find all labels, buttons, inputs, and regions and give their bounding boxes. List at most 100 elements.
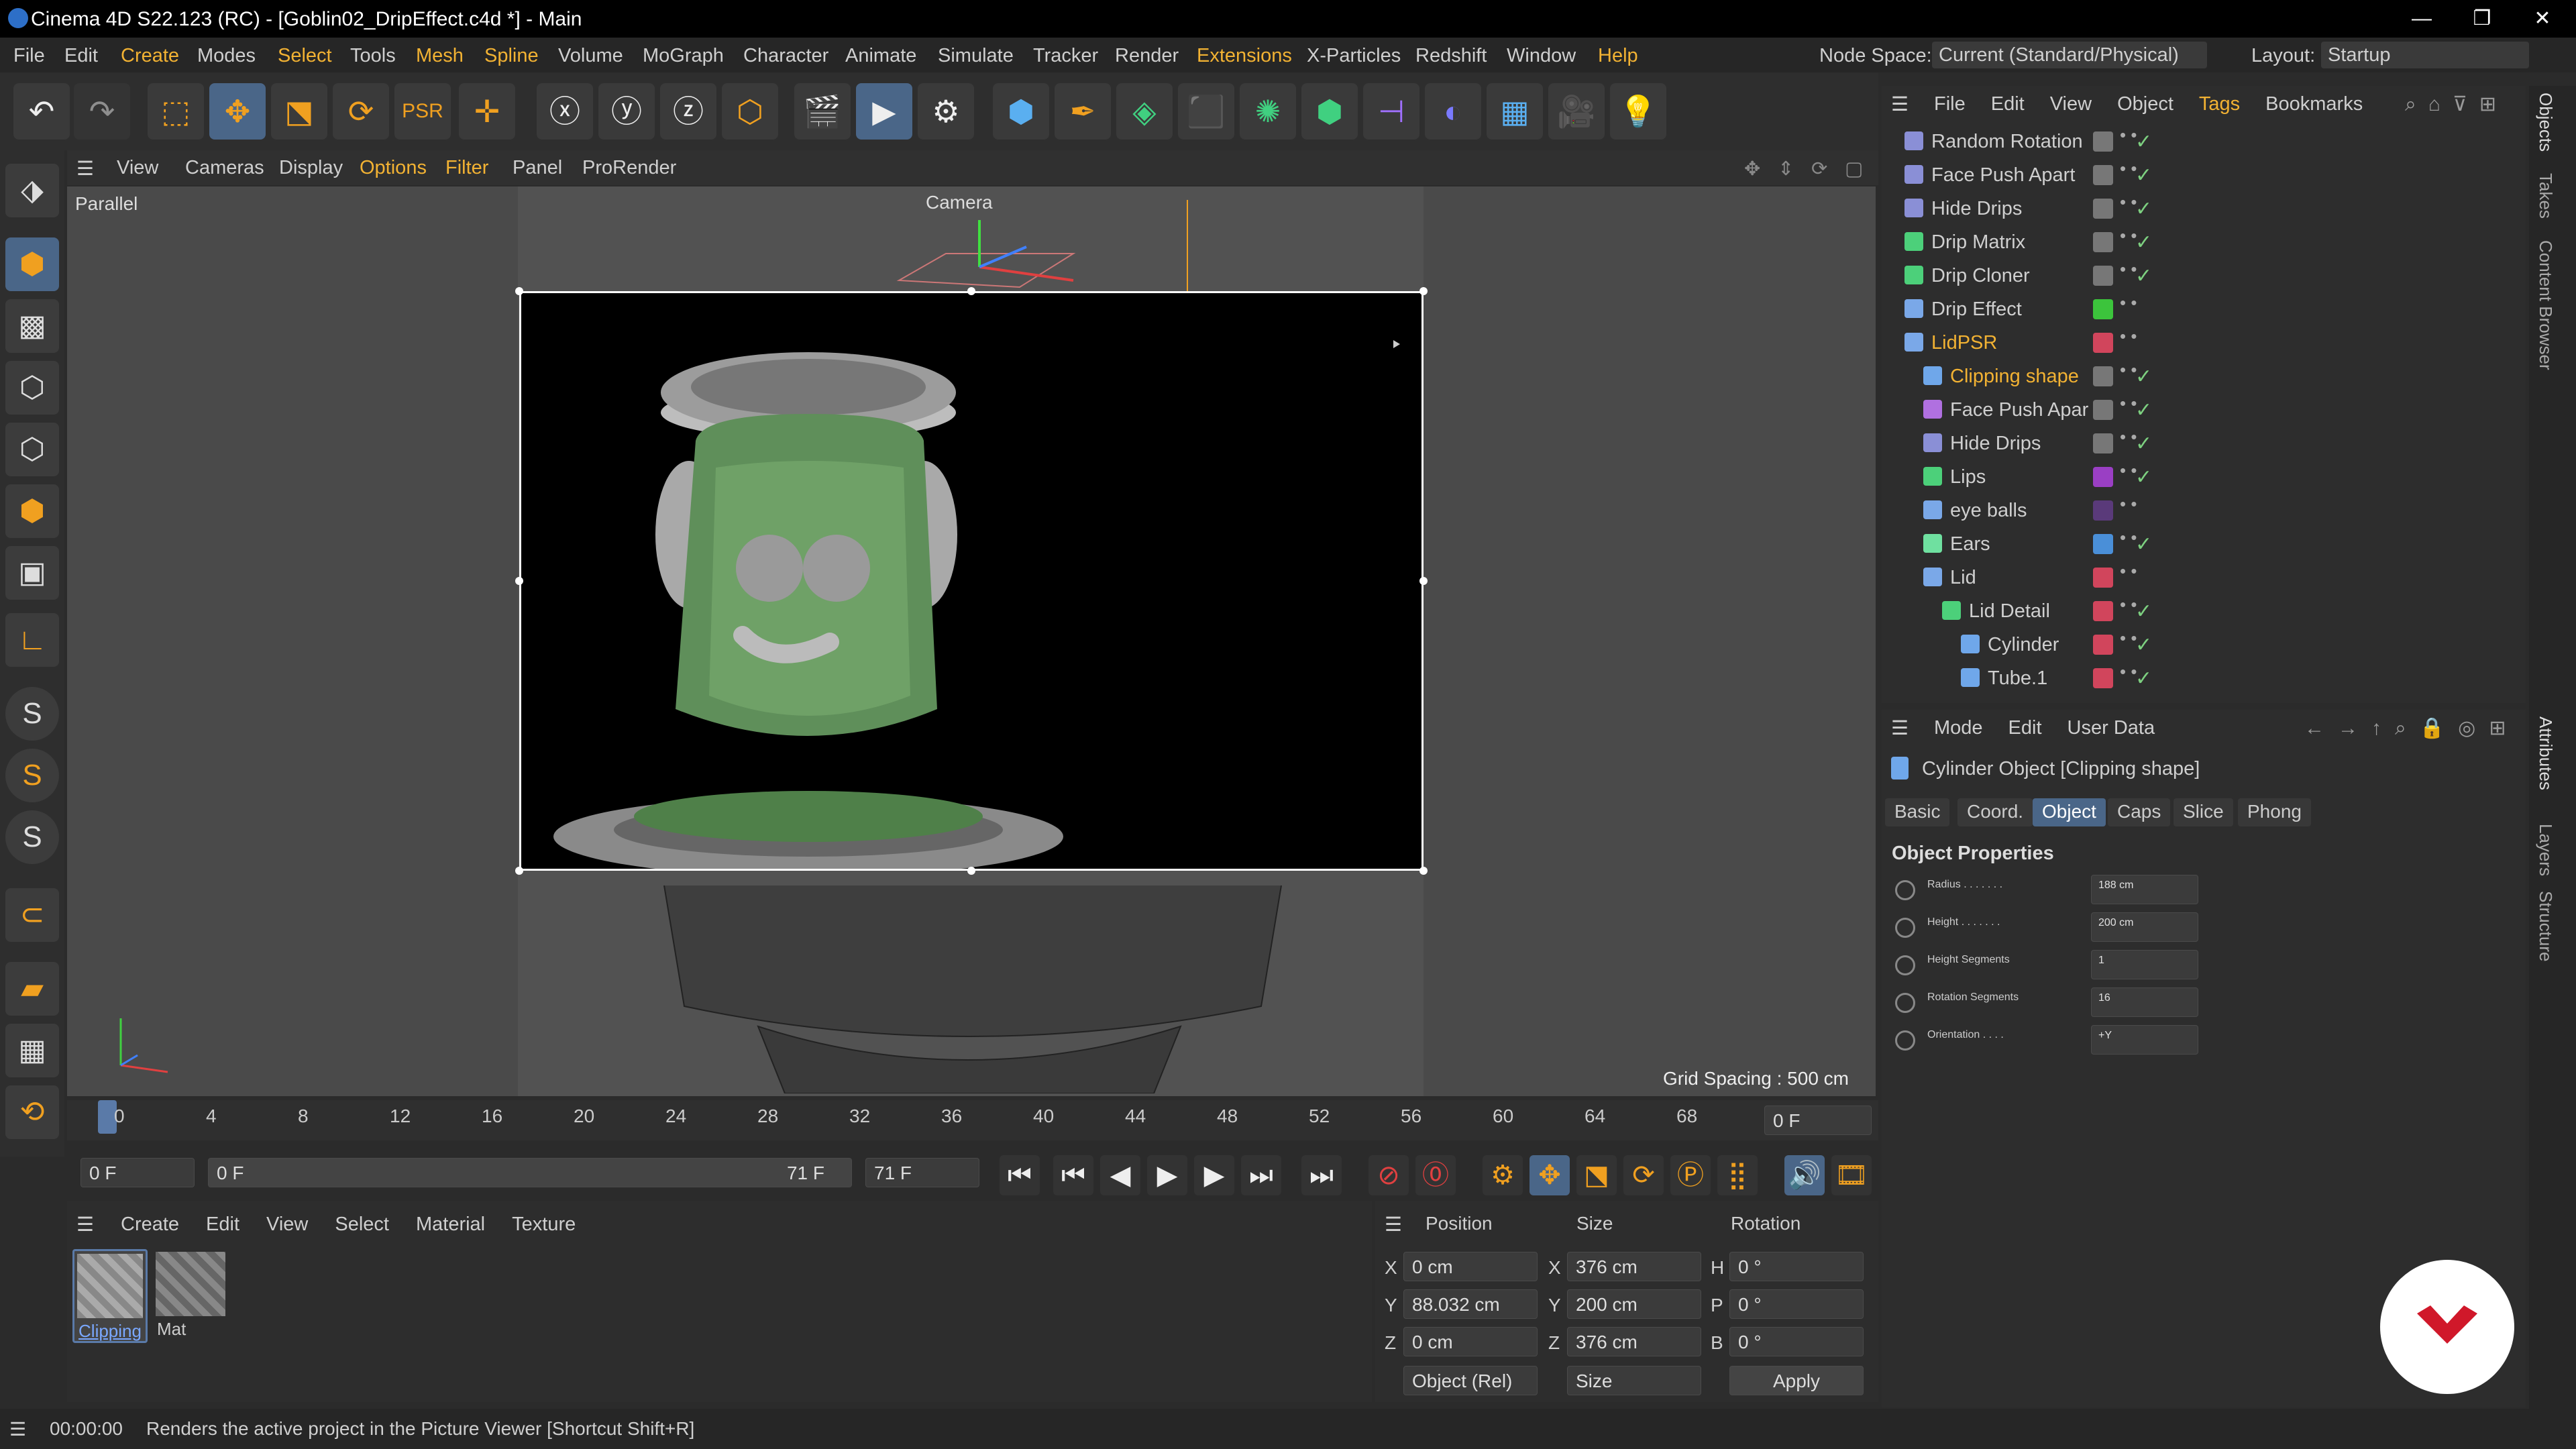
object-row[interactable]: Face Push Apart • • ✓	[1882, 158, 2526, 192]
enabled-check-icon[interactable]: ✓	[2135, 466, 2152, 489]
search-icon[interactable]: ⌕	[2405, 93, 2416, 116]
animate-circle-icon[interactable]	[1895, 993, 1915, 1013]
property-value-field[interactable]: +Y	[2091, 1025, 2198, 1055]
position-z-field[interactable]: 0 cm	[1403, 1327, 1538, 1356]
enabled-check-icon[interactable]: ✓	[2135, 264, 2152, 288]
enabled-check-icon[interactable]: ✓	[2135, 365, 2152, 388]
new-window-icon[interactable]: ⊞	[2489, 716, 2506, 740]
menu-character[interactable]: Character	[743, 45, 828, 67]
visibility-dots-icon[interactable]: • •	[2120, 260, 2137, 278]
record-pla-button[interactable]: ⣿	[1717, 1155, 1758, 1195]
animate-circle-icon[interactable]	[1895, 880, 1915, 900]
layer-swatch[interactable]	[2093, 467, 2113, 487]
coordinate-mode-dropdown[interactable]: Object (Rel)	[1403, 1366, 1538, 1395]
layer-swatch[interactable]	[2093, 366, 2113, 386]
current-frame-field[interactable]: 0 F	[1764, 1106, 1872, 1135]
render-region[interactable]	[519, 291, 1424, 877]
snap-enable-button[interactable]: S	[5, 810, 59, 864]
attr-menu-icon[interactable]: ☰	[1891, 716, 1909, 740]
enabled-check-icon[interactable]: ✓	[2135, 432, 2152, 455]
size-x-field[interactable]: 376 cm	[1567, 1252, 1701, 1281]
viewport-menu-panel[interactable]: Panel	[513, 157, 562, 179]
side-tab-takes[interactable]: Takes	[2535, 173, 2556, 219]
position-y-field[interactable]: 88.032 cm	[1403, 1289, 1538, 1319]
material-menu-edit[interactable]: Edit	[206, 1214, 239, 1236]
material-menu-texture[interactable]: Texture	[512, 1214, 576, 1236]
objmgr-menu-view[interactable]: View	[2050, 93, 2092, 115]
enabled-check-icon[interactable]: ✓	[2135, 533, 2152, 556]
visibility-dots-icon[interactable]: • •	[2120, 160, 2137, 177]
next-frame-button[interactable]: ▶	[1194, 1155, 1234, 1195]
menu-window[interactable]: Window	[1507, 45, 1576, 67]
close-button[interactable]: ✕	[2522, 4, 2563, 34]
material-swatch-mat[interactable]: Mat	[153, 1249, 228, 1343]
polygons-mode-button[interactable]: ⬢	[5, 484, 59, 538]
layer-swatch[interactable]	[2093, 668, 2113, 688]
timeline-ruler[interactable]: 0481216202428323640444852566064687 0 F	[67, 1100, 1878, 1140]
object-row[interactable]: Drip Cloner • • ✓	[1882, 259, 2526, 292]
points-mode-button[interactable]: ⬡	[5, 361, 59, 415]
field-button[interactable]: ◐	[1425, 83, 1481, 140]
move-tool-button[interactable]: ✥	[209, 83, 266, 140]
size-mode-dropdown[interactable]: Size	[1567, 1366, 1701, 1395]
viewport-menu-view[interactable]: View	[117, 157, 158, 179]
layer-swatch[interactable]	[2093, 266, 2113, 286]
object-row[interactable]: Ears • • ✓	[1882, 527, 2526, 561]
region-handle-br[interactable]	[1419, 867, 1428, 875]
menu-file[interactable]: File	[13, 45, 45, 67]
menu-modes[interactable]: Modes	[197, 45, 256, 67]
y-axis-button[interactable]: ⓨ	[598, 83, 655, 140]
menu-tools[interactable]: Tools	[350, 45, 396, 67]
previous-key-button[interactable]: ⏮	[1053, 1155, 1093, 1195]
frame-range-slider[interactable]: 0 F 71 F	[208, 1158, 852, 1187]
filter-icon[interactable]: ⊽	[2453, 93, 2467, 116]
visibility-dots-icon[interactable]: • •	[2120, 327, 2137, 345]
layer-swatch[interactable]	[2093, 131, 2113, 152]
region-handle-bl[interactable]	[515, 867, 523, 875]
menu-volume[interactable]: Volume	[558, 45, 623, 67]
record-parameter-button[interactable]: Ⓟ	[1670, 1155, 1711, 1195]
viewport-menu-options[interactable]: Options	[360, 157, 427, 179]
live-selection-button[interactable]: ⬚	[148, 83, 204, 140]
object-row[interactable]: Face Push Apar • • ✓	[1882, 393, 2526, 427]
light-button[interactable]: 💡	[1610, 83, 1666, 140]
viewport-menu-display[interactable]: Display	[279, 157, 343, 179]
objmgr-menu-edit[interactable]: Edit	[1991, 93, 2025, 115]
coords-menu-icon[interactable]: ☰	[1385, 1213, 1402, 1236]
deformer-button[interactable]: ⊣	[1363, 83, 1419, 140]
up-arrow-icon[interactable]: ↑	[2371, 717, 2381, 740]
node-space-dropdown[interactable]: Current (Standard/Physical)	[1932, 42, 2207, 68]
end-frame-field[interactable]: 71 F	[865, 1158, 979, 1187]
tab-phong[interactable]: Phong	[2238, 798, 2311, 826]
viewport-menu-prorender[interactable]: ProRender	[582, 157, 676, 179]
go-to-end-button[interactable]: ⏭	[1301, 1155, 1342, 1195]
visibility-dots-icon[interactable]: • •	[2120, 227, 2137, 244]
objmgr-menu-tags[interactable]: Tags	[2199, 93, 2240, 115]
material-menu-create[interactable]: Create	[121, 1214, 179, 1236]
region-handle-tl[interactable]	[515, 287, 523, 295]
menu-help[interactable]: Help	[1598, 45, 1638, 67]
render-to-picture-viewer-button[interactable]: ▶	[856, 83, 912, 140]
material-swatch-clipping[interactable]: Clipping	[72, 1249, 148, 1343]
home-icon[interactable]: ⌂	[2428, 93, 2440, 116]
menu-extensions[interactable]: Extensions	[1197, 45, 1292, 67]
pan-view-icon[interactable]: ✥	[1744, 157, 1760, 180]
menu-spline[interactable]: Spline	[484, 45, 539, 67]
cloner-button[interactable]: ✺	[1240, 83, 1296, 140]
side-tab-objects[interactable]: Objects	[2535, 93, 2556, 152]
lock-workplane-button[interactable]: ⟲	[5, 1085, 59, 1139]
material-menu-view[interactable]: View	[266, 1214, 308, 1236]
menu-render[interactable]: Render	[1115, 45, 1179, 67]
viewport-menu-filter[interactable]: Filter	[445, 157, 488, 179]
material-menu-icon[interactable]: ☰	[76, 1213, 94, 1236]
animate-circle-icon[interactable]	[1895, 1030, 1915, 1051]
material-menu-material[interactable]: Material	[416, 1214, 485, 1236]
pen-button[interactable]: ✒	[1055, 83, 1111, 140]
autokey-button[interactable]: ⓪	[1415, 1155, 1456, 1195]
object-row[interactable]: Lips • • ✓	[1882, 460, 2526, 494]
record-position-button[interactable]: ✥	[1529, 1155, 1570, 1195]
record-button[interactable]: ⊘	[1368, 1155, 1409, 1195]
timeline-button[interactable]: 🎞	[1831, 1155, 1872, 1195]
object-row[interactable]: Hide Drips • • ✓	[1882, 192, 2526, 225]
property-value-field[interactable]: 16	[2091, 987, 2198, 1017]
